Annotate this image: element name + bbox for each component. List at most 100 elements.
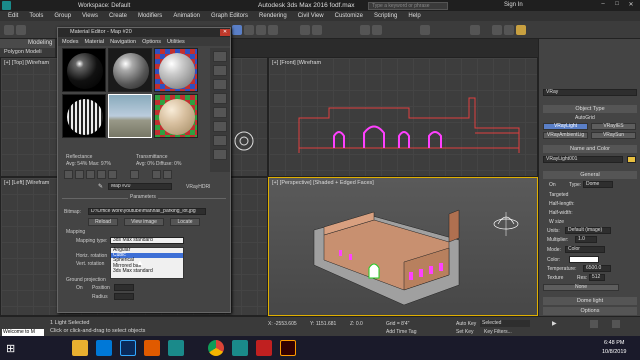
tab-polygon-modeling[interactable]: Polygon Modeli — [0, 48, 55, 57]
menu-create[interactable]: Create — [109, 13, 127, 19]
align-icon[interactable] — [372, 25, 382, 35]
close-icon[interactable]: ✕ — [220, 29, 230, 36]
viewport-perspective[interactable]: [+] [Perspective] [Shaded + Edged Faces] — [268, 177, 538, 316]
eyedropper-icon[interactable]: ✎ — [98, 183, 105, 190]
texture-checkbox[interactable]: Texture — [547, 275, 563, 281]
render-setup-icon[interactable] — [492, 25, 502, 35]
option-3ds-max-standard[interactable]: 3ds Max standard — [111, 268, 183, 274]
light-color-swatch[interactable] — [569, 256, 599, 263]
object-color-swatch[interactable] — [627, 156, 636, 163]
vrayambientlight-button[interactable]: VRayAmbientLig — [543, 132, 588, 139]
menu-help[interactable]: Help — [408, 13, 420, 19]
mode-dropdown[interactable]: Color — [565, 246, 605, 253]
temperature-field[interactable]: 6500.0 — [583, 265, 611, 272]
sample-slot-4[interactable] — [62, 94, 106, 138]
sample-type-icon[interactable] — [213, 51, 227, 62]
minimize-icon[interactable]: – — [596, 1, 610, 10]
on-checkbox[interactable]: On — [549, 182, 556, 188]
taskbar-time[interactable]: 6:48 PM — [604, 340, 624, 346]
select-rotate-icon[interactable] — [256, 25, 266, 35]
sample-slot-2[interactable] — [108, 48, 152, 92]
menu-scripting[interactable]: Scripting — [374, 13, 397, 19]
make-unique-icon[interactable] — [108, 170, 117, 179]
vraysun-button[interactable]: VRaySun — [591, 132, 636, 139]
backlight-icon[interactable] — [213, 65, 227, 76]
sign-in-link[interactable]: Sign In — [504, 2, 523, 8]
dome-light-rollout[interactable]: Dome light — [543, 297, 637, 305]
key-filters-button[interactable]: Key Filters... — [484, 329, 512, 335]
mapping-type-dropdown[interactable]: 3ds Max standard — [110, 237, 184, 244]
texture-map-button[interactable]: None — [543, 284, 619, 291]
store-icon[interactable] — [96, 340, 112, 356]
menu-modes[interactable]: Modes — [62, 39, 79, 45]
radius-field[interactable] — [114, 293, 134, 300]
redo-icon[interactable] — [16, 25, 26, 35]
close-icon[interactable]: ✕ — [624, 1, 638, 10]
layer-manager-icon[interactable] — [420, 25, 430, 35]
mirror-icon[interactable] — [360, 25, 370, 35]
options-icon[interactable] — [213, 135, 227, 146]
vlc-icon[interactable] — [144, 340, 160, 356]
search-input[interactable]: Type a keyword or phrase — [368, 2, 448, 10]
select-move-icon[interactable] — [244, 25, 254, 35]
play-icon[interactable]: ▶ — [552, 320, 557, 327]
workspace-selector[interactable]: Workspace: Default — [78, 3, 130, 9]
taskbar-date[interactable]: 10/8/2019 — [602, 349, 626, 355]
menu-civil-view[interactable]: Civil View — [298, 13, 324, 19]
res-field[interactable]: 512 — [589, 274, 605, 281]
make-preview-icon[interactable] — [213, 121, 227, 132]
undo-icon[interactable] — [4, 25, 14, 35]
assign-to-selection-icon[interactable] — [86, 170, 95, 179]
menu-animation[interactable]: Animation — [173, 13, 200, 19]
material-editor-icon[interactable] — [470, 25, 480, 35]
auto-key-button[interactable]: Auto Key — [456, 321, 476, 327]
viewport-front-label[interactable]: [+] [Front] [Wirefram — [272, 60, 321, 66]
type-dropdown[interactable]: Dome — [583, 181, 613, 188]
parameters-rollout[interactable]: Parameters — [128, 194, 158, 200]
locate-button[interactable]: Locate — [170, 218, 200, 226]
viewport-left-label[interactable]: [+] [Left] [Wirefram — [4, 180, 49, 186]
z-coordinate[interactable]: Z: 0.0 — [350, 321, 363, 327]
name-and-color-rollout[interactable]: Name and Color — [543, 145, 637, 153]
menu-views[interactable]: Views — [82, 13, 98, 19]
illustrator-icon[interactable] — [280, 340, 296, 356]
add-time-tag[interactable]: Add Time Tag — [386, 329, 416, 335]
menu-modifiers[interactable]: Modifiers — [138, 13, 162, 19]
reload-button[interactable]: Reload — [88, 218, 118, 226]
render-frame-icon[interactable] — [504, 25, 514, 35]
autodesk-icon[interactable] — [232, 340, 248, 356]
targeted-checkbox[interactable]: Targeted — [549, 192, 568, 198]
maximize-icon[interactable]: □ — [610, 1, 624, 10]
renderer-dropdown[interactable]: VRay — [543, 89, 637, 96]
menu-tools[interactable]: Tools — [29, 13, 43, 19]
selected-dropdown[interactable]: Selected — [480, 320, 530, 327]
y-coordinate[interactable]: Y: 1151.681 — [310, 321, 336, 327]
select-scale-icon[interactable] — [268, 25, 278, 35]
app-logo-icon[interactable] — [2, 1, 11, 10]
object-name-field[interactable]: VRayLight001 — [543, 156, 623, 163]
get-material-icon[interactable] — [64, 170, 73, 179]
bitmap-path-field[interactable]: D:\Office work\youtube\mat\hall_parking_… — [88, 208, 206, 215]
menu-options[interactable]: Options — [142, 39, 161, 45]
put-to-scene-icon[interactable] — [75, 170, 84, 179]
select-by-material-icon[interactable] — [213, 149, 227, 160]
tab-modeling[interactable]: Modeling — [0, 39, 55, 48]
file-explorer-icon[interactable] — [72, 340, 88, 356]
reset-map-icon[interactable] — [97, 170, 106, 179]
angle-snap-icon[interactable] — [312, 25, 322, 35]
photoshop-icon[interactable] — [120, 340, 136, 356]
viewport-front[interactable]: [+] [Front] [Wirefram — [268, 57, 538, 177]
autogrid-checkbox[interactable]: AutoGrid — [575, 115, 595, 121]
sample-slot-6[interactable] — [154, 94, 198, 138]
background-icon[interactable] — [213, 79, 227, 90]
render-icon[interactable] — [516, 25, 526, 35]
set-key-button[interactable]: Set Key — [456, 329, 474, 335]
vraylight-button[interactable]: VRayLight — [543, 123, 588, 130]
menu-material[interactable]: Material — [85, 39, 105, 45]
3dsmax-icon[interactable] — [168, 340, 184, 356]
sample-uv-tiling-icon[interactable] — [213, 93, 227, 104]
map-name-field[interactable]: Map #20 — [108, 183, 172, 190]
view-image-button[interactable]: View image — [124, 218, 164, 226]
sample-slot-3[interactable] — [154, 48, 198, 92]
chrome-icon[interactable] — [208, 340, 224, 356]
